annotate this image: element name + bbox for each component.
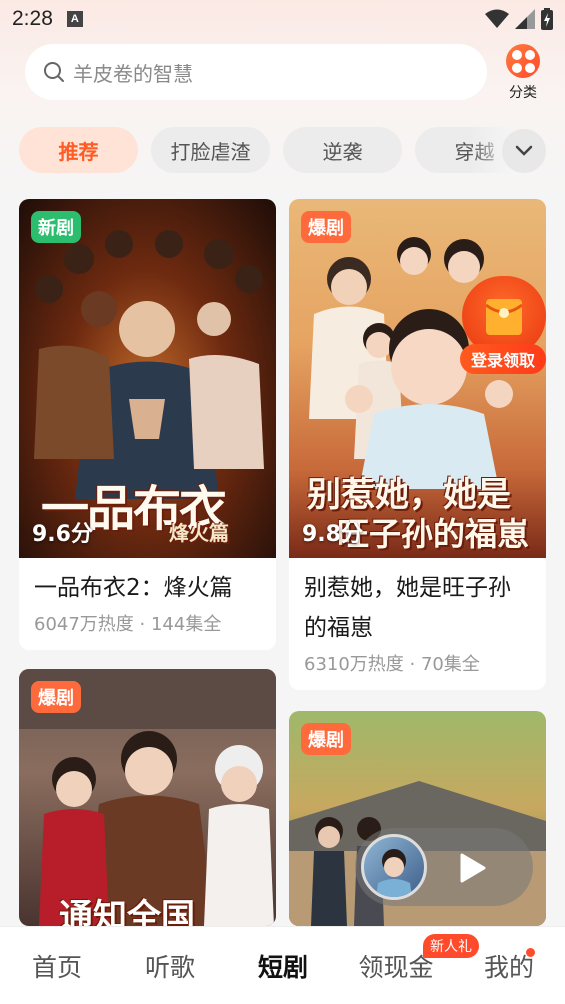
expand-tabs-button[interactable] <box>502 129 546 173</box>
search-input[interactable]: 羊皮卷的智慧 <box>25 44 487 100</box>
hot-drama-badge: 爆剧 <box>301 723 351 755</box>
login-reward-label: 登录领取 <box>460 344 546 374</box>
category-label: 分类 <box>509 85 537 101</box>
rating-score: 9.8分 <box>302 522 363 547</box>
nav-short-drama[interactable]: 短剧 <box>240 927 326 1004</box>
drama-meta: 6310万热度 · 70集全 <box>304 654 480 675</box>
drama-card[interactable]: 通知全国 爆剧 <box>19 669 276 926</box>
notification-dot <box>526 948 535 957</box>
status-time: 2:28 <box>12 7 53 30</box>
status-icons <box>485 8 553 30</box>
new-user-gift-badge: 新人礼 <box>423 934 479 958</box>
tab-recommend[interactable]: 推荐 <box>19 127 138 173</box>
drama-card[interactable]: 一品布衣 烽火篇 新剧 9.6分 一品布衣2：烽火篇 6047万热度 · 144… <box>19 199 276 650</box>
hot-drama-badge: 爆剧 <box>301 211 351 243</box>
hot-drama-badge: 爆剧 <box>31 681 81 713</box>
category-button[interactable]: 分类 <box>500 44 546 104</box>
drama-title: 别惹她，她是旺子孙的福崽 <box>304 575 511 641</box>
nav-profile[interactable]: 我的 <box>466 927 552 1004</box>
poster-subtitle: 烽火篇 <box>169 521 229 545</box>
search-placeholder: 羊皮卷的智慧 <box>73 61 193 86</box>
mini-player-cover[interactable] <box>361 834 427 900</box>
drama-poster[interactable]: 别惹她，她是 旺子孙的福崽 爆剧 9.8分 <box>289 199 546 558</box>
rating-score: 9.6分 <box>32 522 93 547</box>
chevron-down-icon <box>515 145 533 156</box>
genre-tabs: 推荐 打脸虐渣 逆袭 穿越 <box>0 127 512 173</box>
tab-face-slap[interactable]: 打脸虐渣 <box>151 127 270 173</box>
search-icon <box>44 62 64 82</box>
notification-icon: A <box>66 11 83 27</box>
nav-music[interactable]: 听歌 <box>127 927 213 1004</box>
mini-player[interactable] <box>355 828 533 906</box>
new-drama-badge: 新剧 <box>31 211 81 243</box>
tab-comeback[interactable]: 逆袭 <box>283 127 402 173</box>
nav-home[interactable]: 首页 <box>14 927 100 1004</box>
play-icon[interactable] <box>459 853 487 883</box>
drama-title: 一品布衣2：烽火篇 <box>34 575 233 601</box>
wifi-icon <box>485 9 509 28</box>
status-bar: 2:28 A <box>0 0 565 38</box>
battery-icon <box>541 8 553 30</box>
poster-title: 通知全国 <box>59 897 195 926</box>
drama-meta: 6047万热度 · 144集全 <box>34 614 222 635</box>
grid-icon <box>506 44 540 78</box>
poster-subtitle: 旺子孙的福崽 <box>337 515 530 553</box>
drama-poster[interactable]: 通知全国 爆剧 <box>19 669 276 926</box>
drama-card[interactable]: 别惹她，她是 旺子孙的福崽 爆剧 9.8分 别惹她，她是旺子孙的福崽 6310万… <box>289 199 546 690</box>
signal-icon <box>515 9 535 29</box>
login-reward-float[interactable]: 登录领取 <box>456 276 548 376</box>
drama-poster[interactable]: 一品布衣 烽火篇 新剧 9.6分 <box>19 199 276 558</box>
bottom-nav: 首页 听歌 短剧 领现金 我的 <box>0 926 565 1004</box>
